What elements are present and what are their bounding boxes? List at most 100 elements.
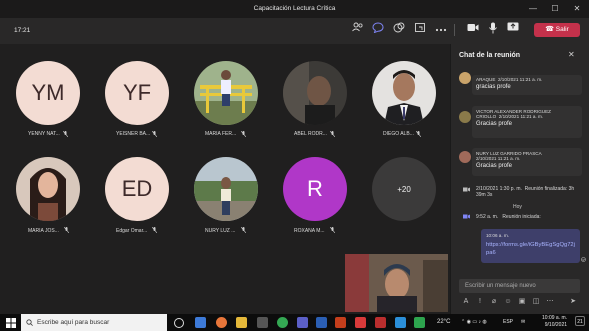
self-video-preview[interactable] <box>345 254 448 312</box>
microphone-icon[interactable] <box>486 22 500 36</box>
today-divider: Hoy <box>513 204 522 210</box>
teams-app-icon[interactable] <box>297 317 308 328</box>
leave-label: Salir <box>555 26 569 33</box>
more-options-icon[interactable] <box>434 22 448 36</box>
maximize-button[interactable]: ☐ <box>544 0 566 18</box>
participant-name: Edgar Omar... <box>116 228 148 234</box>
minimize-button[interactable]: — <box>522 0 544 18</box>
window-title: Capacitación Lectura Crítica <box>253 5 336 12</box>
system-tray-icons[interactable]: ⌃ ◉ ▭ ♪ ◍ <box>461 319 487 325</box>
close-window-button[interactable]: ✕ <box>566 0 588 18</box>
priority-icon[interactable]: ! <box>476 298 484 306</box>
powerpoint-app-icon[interactable] <box>335 317 346 328</box>
participant-name: DIEGO ALB... <box>383 131 414 137</box>
chat-message: NURY LUZ GARRIDO PRASCA 2/10/2021 11:21 a… <box>472 148 582 176</box>
pdf-app-icon[interactable] <box>375 317 386 328</box>
avatar-initials: YM <box>31 80 65 105</box>
avatar-initials: ED <box>121 176 153 201</box>
form-link[interactable]: https://forms.gle/iGByBEgSgQg72jpa6 <box>486 241 575 257</box>
windows-start-icon[interactable] <box>6 318 16 328</box>
message-text: Gracias profe <box>476 163 513 169</box>
clock-date: 9/10/2021 <box>544 322 568 328</box>
close-chat-icon[interactable]: ✕ <box>568 50 575 59</box>
phone-hangup-icon: ☎ <box>545 26 554 33</box>
chat-message: VICTOR ALEXANDER RODRIGUEZ CRIOLLO 2/10/… <box>472 106 582 138</box>
participants-icon[interactable] <box>351 22 365 36</box>
weather-widget[interactable]: 22°C <box>437 319 450 325</box>
participant-name: MARIA FER... <box>205 131 237 137</box>
emoji-icon[interactable]: ☺ <box>504 298 512 306</box>
composer-placeholder: Escribir un mensaje nuevo <box>465 283 536 289</box>
avatar <box>459 72 471 84</box>
participant-photo[interactable] <box>372 61 436 125</box>
word-app-icon[interactable] <box>316 317 327 328</box>
meeting-timer: 17:21 <box>14 27 31 34</box>
mic-muted-icon <box>416 131 421 137</box>
window-title-bar: Capacitación Lectura Crítica <box>0 0 589 18</box>
message-time: 10:06 a. m. <box>486 233 509 238</box>
meeting-started-event: 9:52 a. m. Reunión iniciada: <box>476 214 541 220</box>
event-text: Reunión iniciada: <box>502 214 541 220</box>
participant-photo[interactable] <box>283 61 347 125</box>
participant-name: ABEL RODR... <box>294 131 327 137</box>
participant-photo[interactable] <box>194 61 258 125</box>
acrobat-app-icon[interactable] <box>355 317 366 328</box>
chat-icon[interactable] <box>371 22 385 36</box>
participant-name: YEISNER BA... <box>116 131 151 137</box>
edge-app-icon[interactable] <box>195 317 206 328</box>
meeting-ended-event: 2/10/2021 1:30 p. m. Reunión finalizada:… <box>476 186 576 198</box>
clock[interactable]: 10:09 a. m. 9/10/2021 <box>542 315 567 329</box>
app-icon[interactable] <box>395 317 406 328</box>
message-text: Gracias profe <box>476 121 513 127</box>
chat-title: Chat de la reunión <box>459 52 521 59</box>
avatar <box>459 151 471 163</box>
search-placeholder: Escribe aquí para buscar <box>37 319 110 326</box>
more-participants-count: +20 <box>397 184 411 194</box>
camera-icon[interactable] <box>466 22 480 36</box>
more-actions-icon[interactable]: ⋯ <box>546 298 554 306</box>
mic-muted-icon <box>152 131 157 137</box>
notifications-badge[interactable]: 21 <box>575 316 585 326</box>
participant-avatar[interactable]: R <box>283 157 347 221</box>
participant-photo[interactable] <box>16 157 80 221</box>
format-icon[interactable]: A <box>462 298 470 306</box>
reactions-icon[interactable] <box>392 22 406 36</box>
message-text: gracias profe <box>476 84 511 90</box>
event-time: 9:52 a. m. <box>476 214 499 220</box>
store-app-icon[interactable] <box>257 317 268 328</box>
camera-event-icon <box>463 214 470 219</box>
gif-icon[interactable]: ▣ <box>518 298 526 306</box>
participant-name: NURY LUZ ... <box>205 228 236 234</box>
rooms-icon[interactable] <box>413 22 427 36</box>
file-explorer-icon[interactable] <box>236 317 247 328</box>
mic-muted-icon <box>330 227 335 233</box>
participant-avatar[interactable]: ED <box>105 157 169 221</box>
participant-name: MARIA JOS... <box>28 228 59 234</box>
attach-icon[interactable]: ⌀ <box>490 298 498 306</box>
meeting-toolbar <box>0 18 589 44</box>
task-view-icon[interactable] <box>174 318 184 328</box>
chrome-app-icon[interactable] <box>277 317 288 328</box>
message-time: 2/10/2021 11:21 a. m. <box>498 114 544 119</box>
message-composer-input[interactable]: Escribir un mensaje nuevo <box>459 279 580 293</box>
mic-muted-icon <box>241 227 246 233</box>
toolbar-separator <box>454 24 455 36</box>
app-icon[interactable] <box>414 317 425 328</box>
firefox-app-icon[interactable] <box>216 317 227 328</box>
send-icon[interactable]: ➤ <box>569 298 577 306</box>
participant-avatar[interactable]: YF <box>105 61 169 125</box>
participant-photo[interactable] <box>194 157 258 221</box>
message-time: 2/10/2021 11:21 a. m. <box>497 77 543 82</box>
participant-avatar[interactable]: YM <box>16 61 80 125</box>
taskbar-search-input[interactable]: Escribe aquí para buscar <box>21 314 167 331</box>
network-icon[interactable]: ✉ <box>521 319 525 325</box>
message-author: ARAQUE <box>476 77 496 82</box>
sticker-icon[interactable]: ◫ <box>532 298 540 306</box>
leave-meeting-button[interactable]: ☎ Salir <box>534 23 580 37</box>
avatar-initials: R <box>307 176 323 201</box>
own-chat-message: 10:06 a. m. https://forms.gle/iGByBEgSgQ… <box>481 229 580 263</box>
language-indicator[interactable]: ESP <box>503 319 513 325</box>
more-participants-button[interactable]: +20 <box>372 157 436 221</box>
mic-muted-icon <box>241 131 246 137</box>
share-screen-icon[interactable] <box>506 22 520 36</box>
